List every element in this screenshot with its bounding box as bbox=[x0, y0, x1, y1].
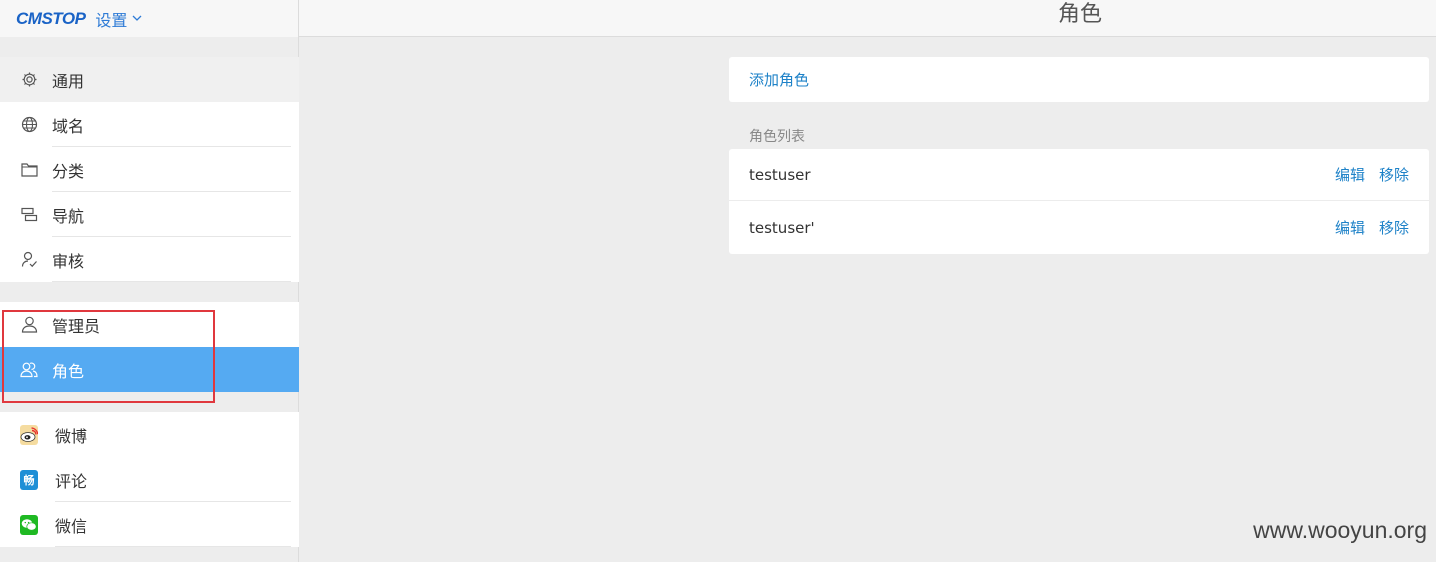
add-role-panel: 添加角色 bbox=[729, 57, 1429, 102]
edit-role-link[interactable]: 编辑 bbox=[1335, 217, 1365, 238]
weibo-icon bbox=[20, 424, 38, 445]
sidebar-group-general: 通用 域名 分类 导航 审核 bbox=[0, 57, 299, 282]
settings-menu[interactable]: 设置 bbox=[95, 7, 142, 31]
watermark: www.wooyun.org bbox=[1253, 517, 1427, 543]
page-title: 角色 bbox=[1057, 2, 1102, 27]
globe-icon bbox=[20, 116, 38, 134]
sidebar-item-weibo[interactable]: 微博 bbox=[0, 412, 299, 457]
users-icon bbox=[20, 361, 38, 379]
review-icon bbox=[20, 251, 38, 269]
sidebar-item-label: 管理员 bbox=[52, 316, 101, 336]
sidebar-item-label: 域名 bbox=[52, 116, 85, 136]
list-item: testuser' 编辑 移除 bbox=[729, 200, 1429, 254]
divider bbox=[55, 546, 291, 547]
cmstop-logo: CMSTOP bbox=[16, 8, 86, 28]
row-actions: 编辑 移除 bbox=[1335, 164, 1409, 185]
sidebar-item-navigation[interactable]: 导航 bbox=[0, 192, 299, 237]
navigation-icon bbox=[20, 206, 38, 224]
sidebar-item-label: 角色 bbox=[52, 361, 85, 381]
role-list: testuser 编辑 移除 testuser' 编辑 移除 bbox=[729, 149, 1429, 254]
sidebar-item-domain[interactable]: 域名 bbox=[0, 102, 299, 147]
settings-menu-label: 设置 bbox=[95, 10, 128, 30]
role-name: testuser' bbox=[749, 218, 815, 237]
role-list-caption: 角色列表 bbox=[749, 129, 805, 145]
sidebar-item-label: 通用 bbox=[52, 71, 85, 91]
top-bar: CMSTOP 设置 角色 bbox=[0, 0, 1436, 37]
add-role-link[interactable]: 添加角色 bbox=[749, 69, 809, 90]
row-actions: 编辑 移除 bbox=[1335, 217, 1409, 238]
changyan-icon-glyph: 畅 bbox=[20, 469, 38, 490]
sidebar-group-apps: 微博 畅 评论 微信 bbox=[0, 412, 299, 547]
sidebar-item-general[interactable]: 通用 bbox=[0, 57, 299, 102]
remove-role-link[interactable]: 移除 bbox=[1379, 164, 1409, 185]
sidebar-item-label: 审核 bbox=[52, 251, 85, 271]
edit-role-link[interactable]: 编辑 bbox=[1335, 164, 1365, 185]
sidebar-item-comments[interactable]: 畅 评论 bbox=[0, 457, 299, 502]
divider bbox=[52, 281, 291, 282]
sidebar-item-roles[interactable]: 角色 bbox=[0, 347, 299, 392]
folder-icon bbox=[20, 161, 38, 179]
sidebar-item-label: 微信 bbox=[55, 516, 88, 536]
sidebar-item-category[interactable]: 分类 bbox=[0, 147, 299, 192]
sidebar-item-label: 微博 bbox=[55, 426, 88, 446]
brand-area: CMSTOP 设置 bbox=[0, 0, 299, 37]
list-item: testuser 编辑 移除 bbox=[729, 149, 1429, 200]
remove-role-link[interactable]: 移除 bbox=[1379, 217, 1409, 238]
sidebar-item-wechat[interactable]: 微信 bbox=[0, 502, 299, 547]
sidebar-item-admins[interactable]: 管理员 bbox=[0, 302, 299, 347]
user-icon bbox=[20, 316, 38, 334]
sidebar-item-label: 评论 bbox=[55, 471, 88, 491]
sidebar-group-accounts: 管理员 角色 bbox=[0, 302, 299, 392]
changyan-icon: 畅 bbox=[20, 469, 38, 490]
wechat-icon bbox=[20, 514, 38, 535]
role-name: testuser bbox=[749, 165, 811, 184]
sidebar-item-review[interactable]: 审核 bbox=[0, 237, 299, 282]
gear-icon bbox=[20, 71, 38, 89]
sidebar-item-label: 导航 bbox=[52, 206, 85, 226]
sidebar-item-label: 分类 bbox=[52, 161, 85, 181]
chevron-down-icon bbox=[132, 15, 142, 21]
